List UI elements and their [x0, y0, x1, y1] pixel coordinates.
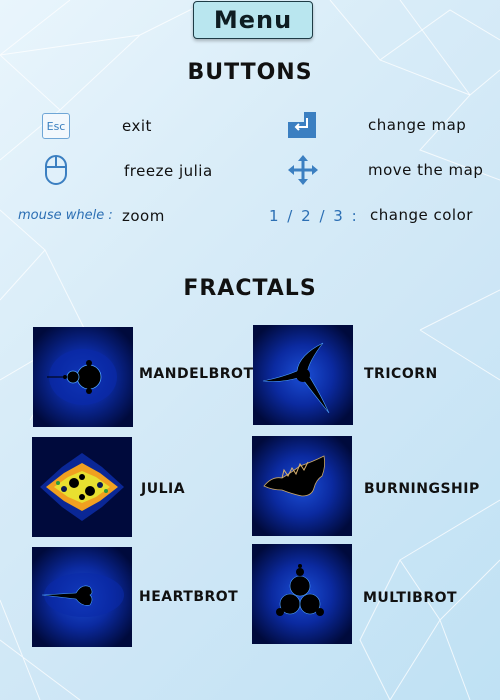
- tricorn-thumbnail[interactable]: [253, 325, 353, 425]
- heartbrot-label: Heartbrot: [139, 589, 239, 605]
- freeze-julia-label: freeze julia: [124, 162, 213, 180]
- julia-label: Julia: [141, 481, 186, 497]
- mandelbrot-thumbnail[interactable]: [33, 327, 133, 427]
- menu-button[interactable]: Menu: [193, 1, 313, 39]
- change-map-label: change map: [368, 116, 467, 134]
- multibrot-thumbnail[interactable]: [252, 544, 352, 644]
- burningship-thumbnail[interactable]: [252, 436, 352, 536]
- esc-key-icon: Esc: [42, 113, 70, 139]
- change-color-label: change color: [370, 206, 473, 224]
- zoom-label: zoom: [122, 207, 165, 225]
- return-key-icon: [286, 110, 318, 140]
- julia-thumbnail[interactable]: [32, 437, 132, 537]
- move-map-label: move the map: [368, 161, 484, 179]
- burningship-label: Burningship: [364, 481, 480, 497]
- mandelbrot-label: Mandelbrot: [139, 366, 254, 382]
- multibrot-label: Multibrot: [363, 590, 458, 606]
- buttons-section-title: Buttons: [187, 60, 313, 85]
- color-keys-hint: 1 / 2 / 3 :: [269, 207, 359, 225]
- mouse-icon: [44, 154, 68, 186]
- heartbrot-thumbnail[interactable]: [32, 547, 132, 647]
- fractals-section-title: Fractals: [183, 276, 317, 301]
- tricorn-label: Tricorn: [364, 366, 438, 382]
- mouse-wheel-hint: mouse whele :: [18, 208, 113, 223]
- move-arrows-icon: [287, 154, 319, 186]
- exit-label: exit: [122, 117, 152, 135]
